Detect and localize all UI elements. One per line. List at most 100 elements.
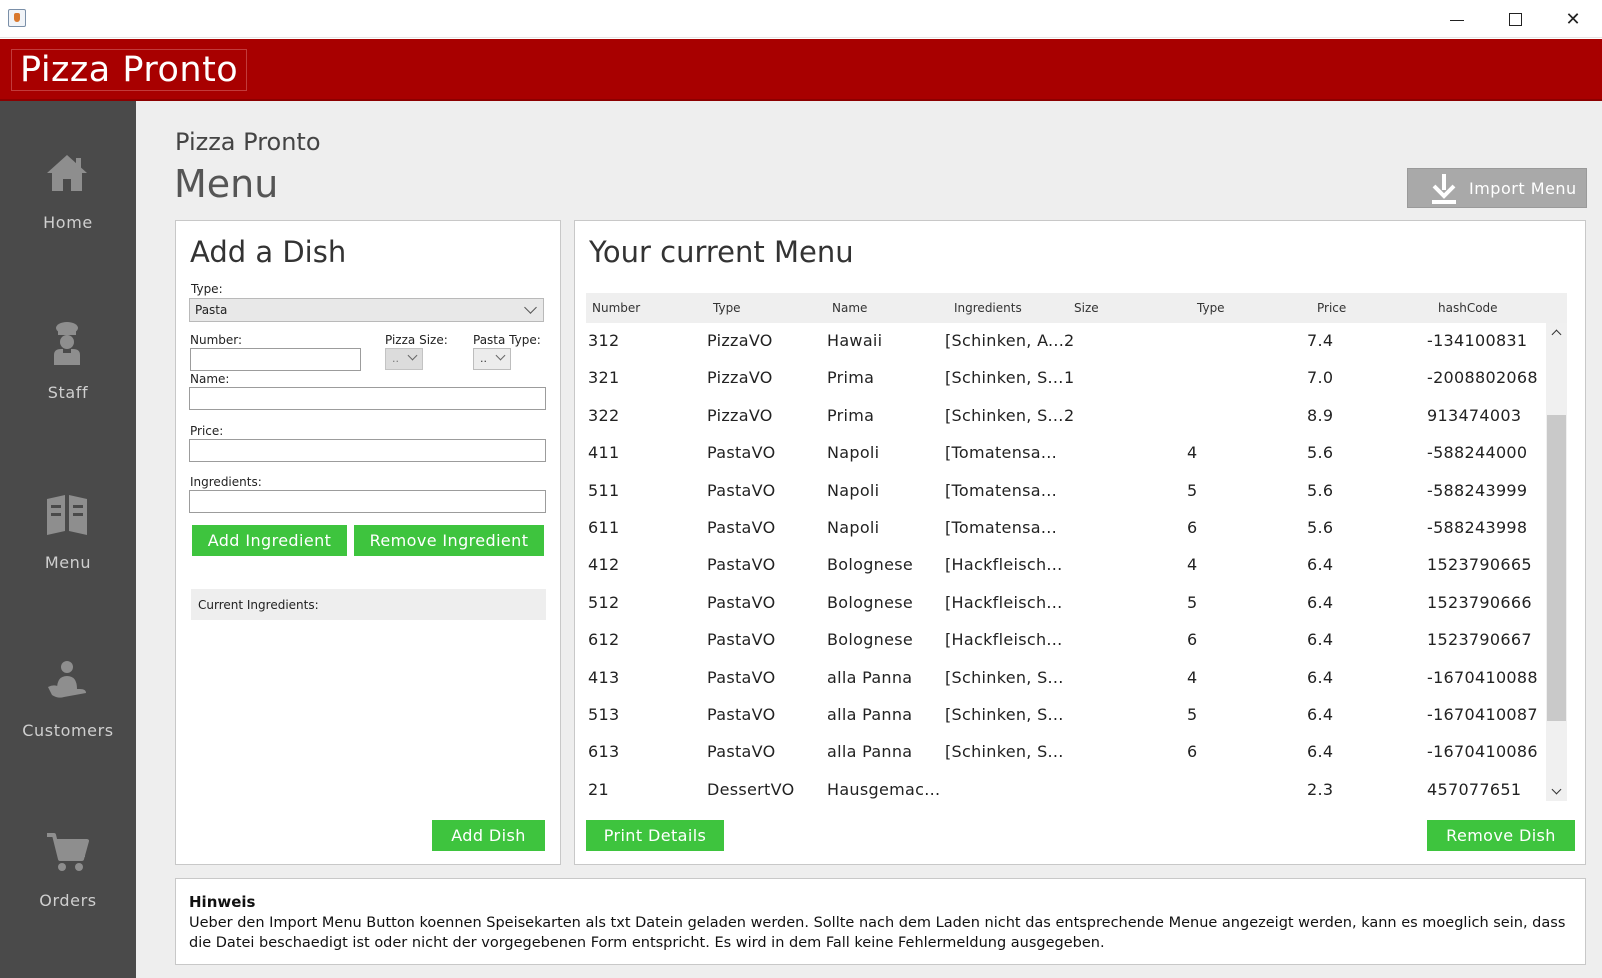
hint-text: Ueber den Import Menu Button koennen Spe… <box>189 915 1566 951</box>
table-row[interactable]: 613 PastaVO alla Panna [Schinken, S... 6 6.4 -… <box>586 734 1546 771</box>
cell-pasta-type: 5 <box>1187 480 1198 500</box>
cell-name: Napoli <box>827 443 880 463</box>
cell-size: 2 <box>1064 405 1075 425</box>
type-select-value: Pasta <box>195 303 228 317</box>
column-header-size[interactable]: Size <box>1074 301 1099 315</box>
pizza-size-select[interactable]: .. <box>385 348 423 370</box>
cell-hashcode: 1523790665 <box>1427 555 1532 575</box>
pizza-size-label: Pizza Size: <box>385 333 448 347</box>
chevron-down-icon <box>495 350 506 361</box>
cell-number: 413 <box>588 667 620 687</box>
print-details-button[interactable]: Print Details <box>586 820 724 851</box>
column-header-pasta-type[interactable]: Type <box>1197 301 1225 315</box>
cell-ingredients: [Tomatensa... <box>945 518 1058 537</box>
cell-hashcode: -134100831 <box>1427 331 1528 350</box>
table-row[interactable]: 321 PizzaVO Prima [Schinken, S... 1 7.0 -20088… <box>586 360 1546 397</box>
brand-header: Pizza Pronto <box>0 39 1602 101</box>
cell-name: Prima <box>827 368 875 388</box>
cell-ingredients: [Schinken, S... <box>945 705 1064 724</box>
cell-hashcode: 1523790667 <box>1427 630 1532 650</box>
ingredients-label: Ingredients: <box>190 475 262 489</box>
cell-type: PastaVO <box>707 630 776 650</box>
maximize-button[interactable] <box>1486 4 1544 34</box>
name-field[interactable] <box>189 387 546 410</box>
table-scrollbar[interactable] <box>1546 323 1567 801</box>
page-title: Menu <box>174 162 279 206</box>
cell-price: 6.4 <box>1307 630 1334 650</box>
cell-number: 513 <box>588 705 620 724</box>
remove-dish-button[interactable]: Remove Dish <box>1427 820 1575 851</box>
cell-ingredients: [Schinken, S... <box>945 667 1064 687</box>
ingredients-field[interactable] <box>189 490 546 513</box>
menu-table-header: Number Type Name Ingredients Size Type P… <box>586 293 1567 323</box>
cell-number: 322 <box>588 405 620 425</box>
cell-ingredients: [Tomatensa... <box>945 480 1058 500</box>
column-header-ingredients[interactable]: Ingredients <box>954 301 1022 315</box>
import-menu-button[interactable]: Import Menu <box>1407 168 1587 208</box>
cell-hashcode: -588243998 <box>1427 518 1528 537</box>
type-select[interactable]: Pasta <box>189 298 544 322</box>
sidebar-item-customers[interactable]: Customers <box>0 659 136 779</box>
table-row[interactable]: 511 PastaVO Napoli [Tomatensa... 5 5.6 -588243… <box>586 473 1546 510</box>
sidebar-item-label: Menu <box>44 553 92 572</box>
current-menu-panel: Your current Menu Number Type Name Ingre… <box>574 220 1586 865</box>
table-row[interactable]: 513 PastaVO alla Panna [Schinken, S... 5 6.4 -… <box>586 697 1546 734</box>
column-header-number[interactable]: Number <box>592 301 640 315</box>
price-label: Price: <box>190 424 224 438</box>
cell-price: 5.6 <box>1307 443 1334 463</box>
column-header-hashcode[interactable]: hashCode <box>1438 301 1498 315</box>
scrollbar-thumb[interactable] <box>1547 415 1566 721</box>
column-header-name[interactable]: Name <box>832 301 867 315</box>
cell-name: alla Panna <box>827 667 913 687</box>
cell-number: 611 <box>588 518 620 537</box>
cell-type: PastaVO <box>707 742 776 762</box>
cell-ingredients: [Schinken, S... <box>945 405 1064 425</box>
cell-ingredients: [Hackfleisch... <box>945 592 1063 612</box>
cell-number: 411 <box>588 443 620 463</box>
cell-number: 612 <box>588 630 620 650</box>
table-row[interactable]: 411 PastaVO Napoli [Tomatensa... 4 5.6 -588244… <box>586 435 1546 472</box>
scroll-up-button[interactable] <box>1546 323 1567 341</box>
cell-number: 412 <box>588 555 620 575</box>
number-field[interactable] <box>190 348 361 371</box>
table-row[interactable]: 412 PastaVO Bolognese [Hackfleisch... 4 6.4 15… <box>586 547 1546 584</box>
cell-name: Hawaii <box>827 331 883 350</box>
hint-title: Hinweis <box>189 893 256 911</box>
sidebar-item-orders[interactable]: Orders <box>0 829 136 949</box>
table-row[interactable]: 512 PastaVO Bolognese [Hackfleisch... 5 6.4 15… <box>586 585 1546 622</box>
cell-ingredients: [Schinken, S... <box>945 368 1064 388</box>
chevron-down-icon <box>407 350 418 361</box>
table-row[interactable]: 413 PastaVO alla Panna [Schinken, S... 4 6.4 -… <box>586 660 1546 697</box>
cell-name: alla Panna <box>827 742 913 762</box>
sidebar-item-staff[interactable]: Staff <box>0 321 136 441</box>
column-header-price[interactable]: Price <box>1317 301 1346 315</box>
table-row[interactable]: 21 DessertVO Hausgemac... 2.3 457077651 <box>586 772 1546 803</box>
pasta-type-select[interactable]: .. <box>473 348 511 370</box>
cell-price: 8.9 <box>1307 405 1334 425</box>
scroll-down-button[interactable] <box>1546 783 1567 801</box>
sidebar-item-menu[interactable]: Menu <box>0 491 136 611</box>
cell-pasta-type: 6 <box>1187 518 1198 537</box>
add-ingredient-button[interactable]: Add Ingredient <box>192 525 347 556</box>
cell-size: 2 <box>1064 331 1075 350</box>
table-row[interactable]: 612 PastaVO Bolognese [Hackfleisch... 6 6.4 15… <box>586 622 1546 659</box>
home-icon <box>47 155 87 191</box>
table-row[interactable]: 611 PastaVO Napoli [Tomatensa... 6 5.6 -588243… <box>586 510 1546 547</box>
sidebar-item-home[interactable]: Home <box>0 151 136 271</box>
table-row[interactable]: 322 PizzaVO Prima [Schinken, S... 2 8.9 913474… <box>586 398 1546 435</box>
maximize-icon <box>1508 12 1522 26</box>
add-dish-title: Add a Dish <box>190 235 347 269</box>
price-field[interactable] <box>189 439 546 462</box>
add-dish-button[interactable]: Add Dish <box>432 820 545 851</box>
close-button[interactable]: ✕ <box>1544 4 1602 34</box>
hint-panel: Hinweis Ueber den Import Menu Button koe… <box>175 878 1586 965</box>
column-header-type[interactable]: Type <box>713 301 741 315</box>
cell-pasta-type: 4 <box>1187 443 1198 463</box>
table-row[interactable]: 312 PizzaVO Hawaii [Schinken, A... 2 7.4 -1341… <box>586 323 1546 360</box>
cell-type: PastaVO <box>707 518 776 537</box>
type-label: Type: <box>191 282 223 296</box>
remove-ingredient-button[interactable]: Remove Ingredient <box>354 525 544 556</box>
minimize-button[interactable] <box>1428 4 1486 34</box>
cell-hashcode: -2008802068 <box>1427 368 1538 388</box>
cell-name: Hausgemac... <box>827 779 941 799</box>
